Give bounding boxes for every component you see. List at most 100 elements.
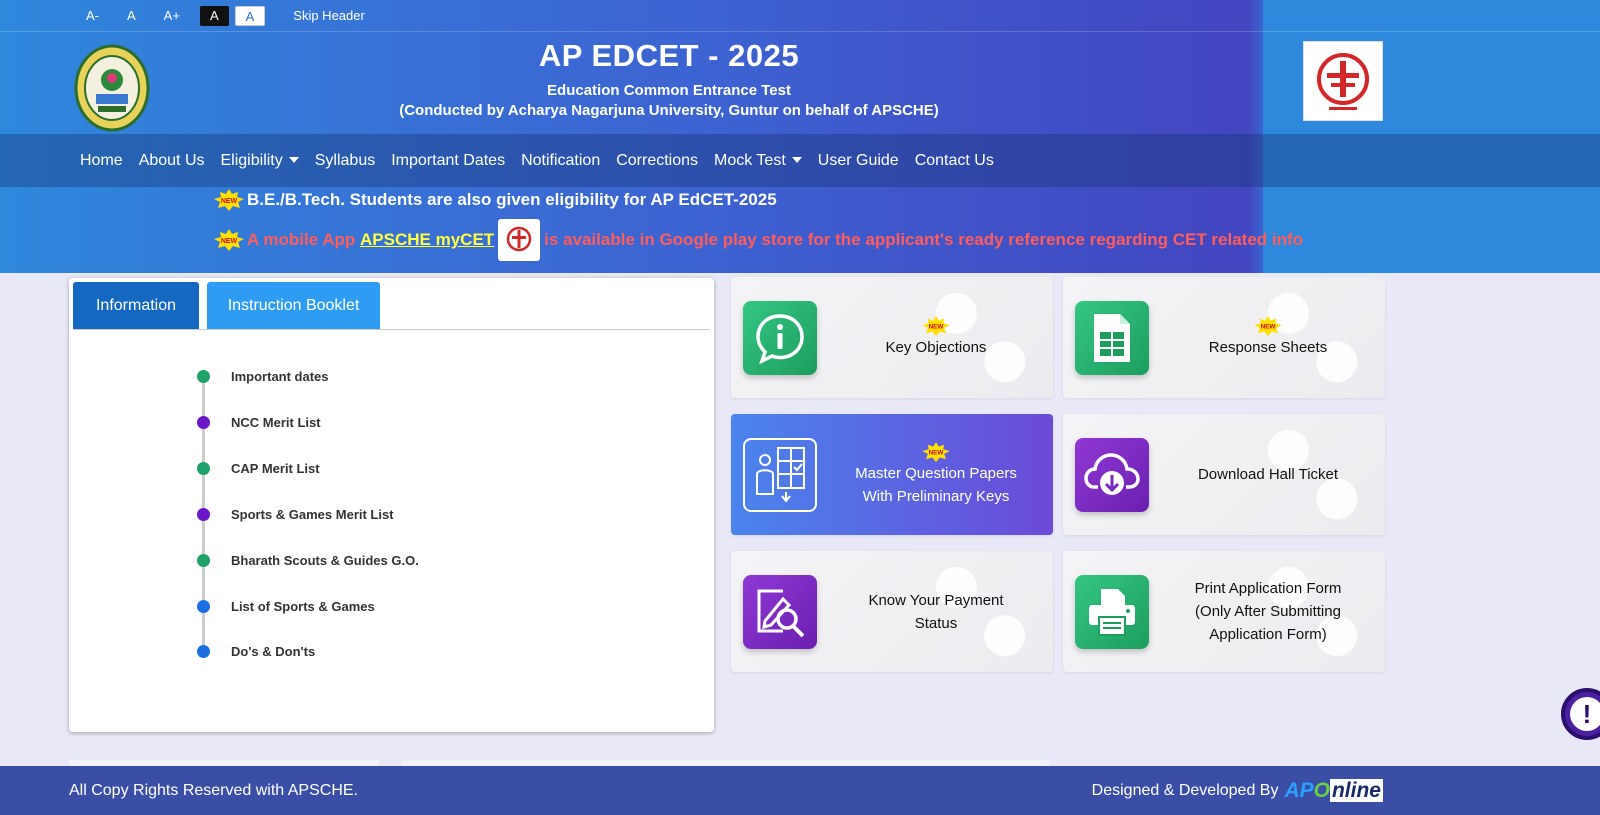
chevron-down-icon — [791, 157, 802, 164]
timeline-dot — [197, 461, 210, 475]
tab-information[interactable]: Information — [73, 282, 199, 329]
news-item-eligibility: NEW B.E./B.Tech. Students are also given… — [213, 189, 777, 211]
card-label: Print Application Form (Only After Submi… — [1161, 551, 1375, 672]
timeline-dot — [197, 415, 210, 429]
list-item-sports-merit[interactable]: Sports & Games Merit List — [195, 504, 394, 524]
aponline-logo-rest: nline — [1329, 778, 1383, 802]
nav-home[interactable]: Home — [72, 152, 131, 170]
news-item-mobile-app: NEW A mobile App APSCHE myCET is availab… — [213, 219, 1303, 261]
card-label: Know Your Payment Status — [829, 551, 1043, 672]
info-icon — [743, 301, 817, 375]
nav-mock-test[interactable]: Mock Test — [706, 152, 810, 170]
copyright-text: All Copy Rights Reserved with APSCHE. — [69, 781, 358, 799]
list-item-label: List of Sports & Games — [231, 598, 375, 614]
timeline-dot — [197, 599, 210, 613]
font-decrease-button[interactable]: A- — [78, 6, 107, 26]
print-form-label-2: (Only After Submitting — [1195, 603, 1341, 620]
page-subtitle: Education Common Entrance Test — [547, 82, 791, 99]
timeline-dot — [197, 644, 210, 658]
card-label: NEW Key Objections — [829, 277, 1043, 398]
key-objections-card[interactable]: NEW Key Objections — [731, 277, 1053, 398]
aponline-logo-o: O — [1313, 778, 1330, 802]
print-form-label-1: Print Application Form — [1194, 580, 1342, 597]
help-button[interactable]: ! — [1561, 688, 1600, 740]
conducted-by-text: (Conducted by Acharya Nagarjuna Universi… — [399, 102, 939, 119]
main-navbar: Home About Us Eligibility Syllabus Impor… — [0, 134, 1600, 187]
new-badge-text: NEW — [929, 449, 944, 456]
list-item-cap-merit[interactable]: CAP Merit List — [195, 458, 320, 478]
new-badge-text: NEW — [221, 198, 238, 205]
new-badge-icon: NEW — [922, 316, 950, 336]
nav-important-dates[interactable]: Important Dates — [383, 152, 513, 170]
card-label: NEW Response Sheets — [1161, 277, 1375, 398]
payment-status-card[interactable]: Know Your Payment Status — [731, 551, 1053, 672]
question-paper-icon — [743, 438, 817, 512]
nav-notification[interactable]: Notification — [513, 152, 608, 170]
tab-instruction-booklet[interactable]: Instruction Booklet — [207, 282, 380, 329]
header-titles: AP EDCET - 2025 Education Common Entranc… — [0, 38, 1338, 119]
information-panel: Information Instruction Booklet Importan… — [69, 278, 714, 732]
list-item-label: Bharath Scouts & Guides G.O. — [231, 552, 419, 568]
nav-syllabus[interactable]: Syllabus — [307, 152, 383, 170]
light-theme-button[interactable]: A — [234, 5, 266, 26]
timeline-dot — [197, 507, 210, 521]
apsche-mycet-link[interactable]: APSCHE myCET — [360, 230, 494, 250]
card-label: Download Hall Ticket — [1161, 414, 1375, 535]
nav-eligibility-label: Eligibility — [220, 151, 283, 169]
payment-status-label-1: Know Your Payment — [868, 591, 1004, 609]
exclamation-icon: ! — [1570, 697, 1600, 731]
key-objections-label: Key Objections — [885, 339, 987, 356]
mycet-app-logo[interactable] — [498, 219, 541, 261]
spreadsheet-icon — [1075, 301, 1149, 375]
list-item-label: Sports & Games Merit List — [231, 506, 394, 522]
master-question-papers-card[interactable]: NEW Master Question Papers With Prelimin… — [731, 414, 1053, 535]
list-item-sports-list[interactable]: List of Sports & Games — [195, 596, 375, 616]
nav-eligibility[interactable]: Eligibility — [213, 152, 307, 170]
list-item-important-dates[interactable]: Important dates — [195, 366, 329, 386]
list-item-label: NCC Merit List — [231, 414, 321, 430]
news-text-2-prefix: A mobile App — [247, 230, 356, 249]
new-badge-icon: NEW — [214, 229, 244, 251]
nav-corrections[interactable]: Corrections — [608, 152, 706, 170]
page-title: AP EDCET - 2025 — [538, 38, 800, 73]
footer: All Copy Rights Reserved with APSCHE. De… — [0, 766, 1600, 815]
response-sheets-card[interactable]: NEW Response Sheets — [1063, 277, 1385, 398]
designed-by-text: Designed & Developed By — [1091, 781, 1279, 799]
list-item-label: Do's & Don'ts — [231, 643, 316, 659]
dark-theme-button[interactable]: A — [199, 5, 229, 26]
print-application-card[interactable]: Print Application Form (Only After Submi… — [1063, 551, 1385, 672]
timeline-dot — [197, 553, 210, 567]
aponline-logo-ap: AP — [1284, 778, 1314, 802]
new-badge-icon: NEW — [214, 189, 244, 211]
list-item-ncc-merit[interactable]: NCC Merit List — [195, 412, 321, 432]
print-form-label-3: Application Form) — [1209, 626, 1327, 643]
hall-ticket-label: Download Hall Ticket — [1197, 466, 1339, 483]
nav-about-us[interactable]: About Us — [131, 152, 213, 170]
cloud-download-icon — [1075, 438, 1149, 512]
chevron-down-icon — [288, 157, 299, 164]
timeline-dot — [197, 369, 210, 383]
list-item-label: CAP Merit List — [231, 460, 320, 476]
accessibility-bar: A- A A+ A A Skip Header — [0, 0, 1600, 32]
new-badge-icon: NEW — [1254, 316, 1282, 336]
master-papers-label-1: Master Question Papers — [855, 464, 1017, 482]
designed-by: Designed & Developed By APOnline — [1091, 778, 1383, 803]
master-papers-label-2: With Preliminary Keys — [862, 487, 1010, 505]
list-item-dos-donts[interactable]: Do's & Don'ts — [195, 641, 315, 661]
font-normal-button[interactable]: A — [119, 6, 144, 26]
response-sheets-label: Response Sheets — [1208, 339, 1328, 356]
download-hall-ticket-card[interactable]: Download Hall Ticket — [1063, 414, 1385, 535]
aponline-logo[interactable]: APOnline — [1284, 778, 1383, 803]
nav-user-guide[interactable]: User Guide — [810, 152, 907, 170]
nav-mock-test-label: Mock Test — [714, 151, 786, 169]
list-item-scouts-go[interactable]: Bharath Scouts & Guides G.O. — [195, 550, 419, 570]
new-badge-text: NEW — [1261, 324, 1276, 331]
news-text-1: B.E./B.Tech. Students are also given eli… — [247, 190, 777, 209]
apsche-logo — [1303, 41, 1383, 121]
printer-icon — [1075, 575, 1149, 649]
font-increase-button[interactable]: A+ — [156, 6, 188, 26]
payment-status-label-2: Status — [914, 614, 958, 632]
nav-contact-us[interactable]: Contact Us — [907, 152, 1002, 170]
skip-header-link[interactable]: Skip Header — [285, 6, 373, 26]
news-text-2-suffix: is available in Google play store for th… — [544, 230, 1304, 249]
